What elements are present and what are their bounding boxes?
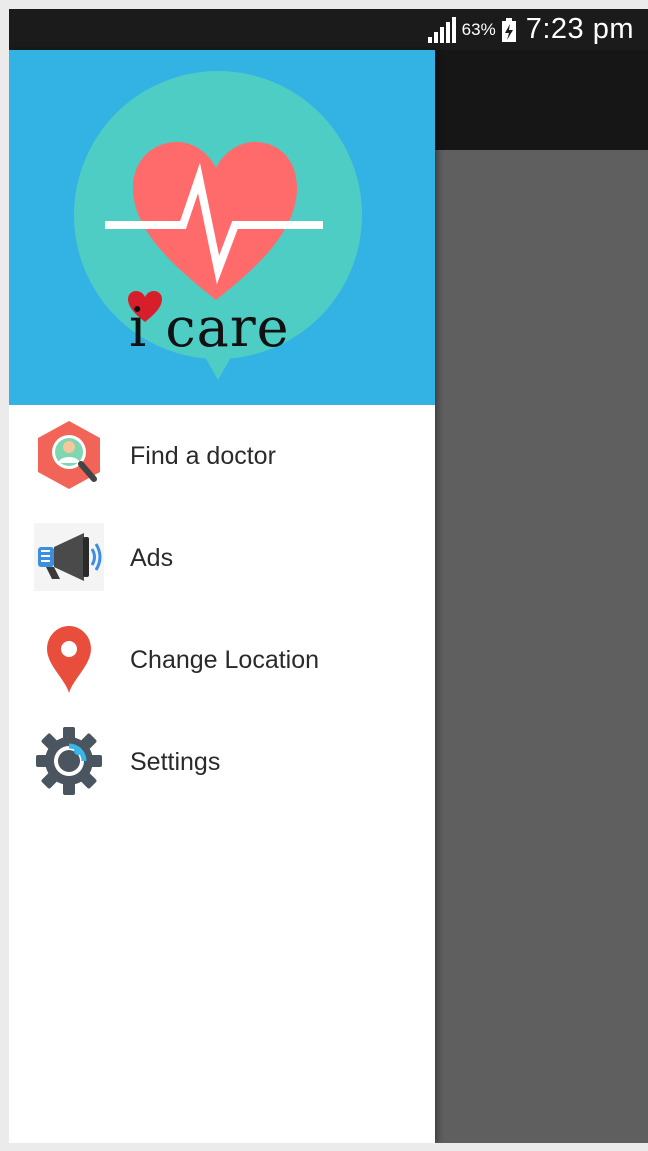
find-doctor-icon bbox=[38, 421, 100, 489]
menu-label-settings: Settings bbox=[130, 747, 221, 776]
megaphone-icon bbox=[34, 523, 104, 591]
status-indicators: 63% 7:23 pm bbox=[426, 9, 634, 50]
menu-item-change-location[interactable]: Change Location bbox=[9, 609, 435, 711]
drawer-header: i care bbox=[9, 50, 435, 405]
menu-label-ads: Ads bbox=[130, 543, 174, 572]
menu-label-find-doctor: Find a doctor bbox=[130, 441, 276, 470]
status-bar: 63% 7:23 pm bbox=[9, 9, 648, 50]
menu-item-ads[interactable]: Ads bbox=[9, 507, 435, 609]
battery-charging-icon bbox=[501, 17, 516, 42]
device-screen: 63% 7:23 pm i care Find a doctor Ads Cha… bbox=[9, 9, 648, 1143]
menu-item-settings[interactable]: Settings bbox=[9, 711, 435, 813]
logo-text: i care bbox=[129, 296, 290, 359]
location-pin-icon bbox=[47, 626, 91, 693]
battery-percent: 63% bbox=[461, 19, 496, 39]
menu-item-find-doctor[interactable]: Find a doctor bbox=[9, 405, 435, 507]
signal-icon bbox=[427, 16, 456, 43]
navigation-drawer: i care Find a doctor Ads Change Location… bbox=[9, 50, 435, 1143]
gear-icon bbox=[36, 727, 102, 795]
drawer-menu: Find a doctor Ads Change Location Settin… bbox=[9, 405, 435, 813]
menu-label-change-location: Change Location bbox=[130, 645, 320, 674]
status-clock: 7:23 pm bbox=[525, 13, 634, 45]
